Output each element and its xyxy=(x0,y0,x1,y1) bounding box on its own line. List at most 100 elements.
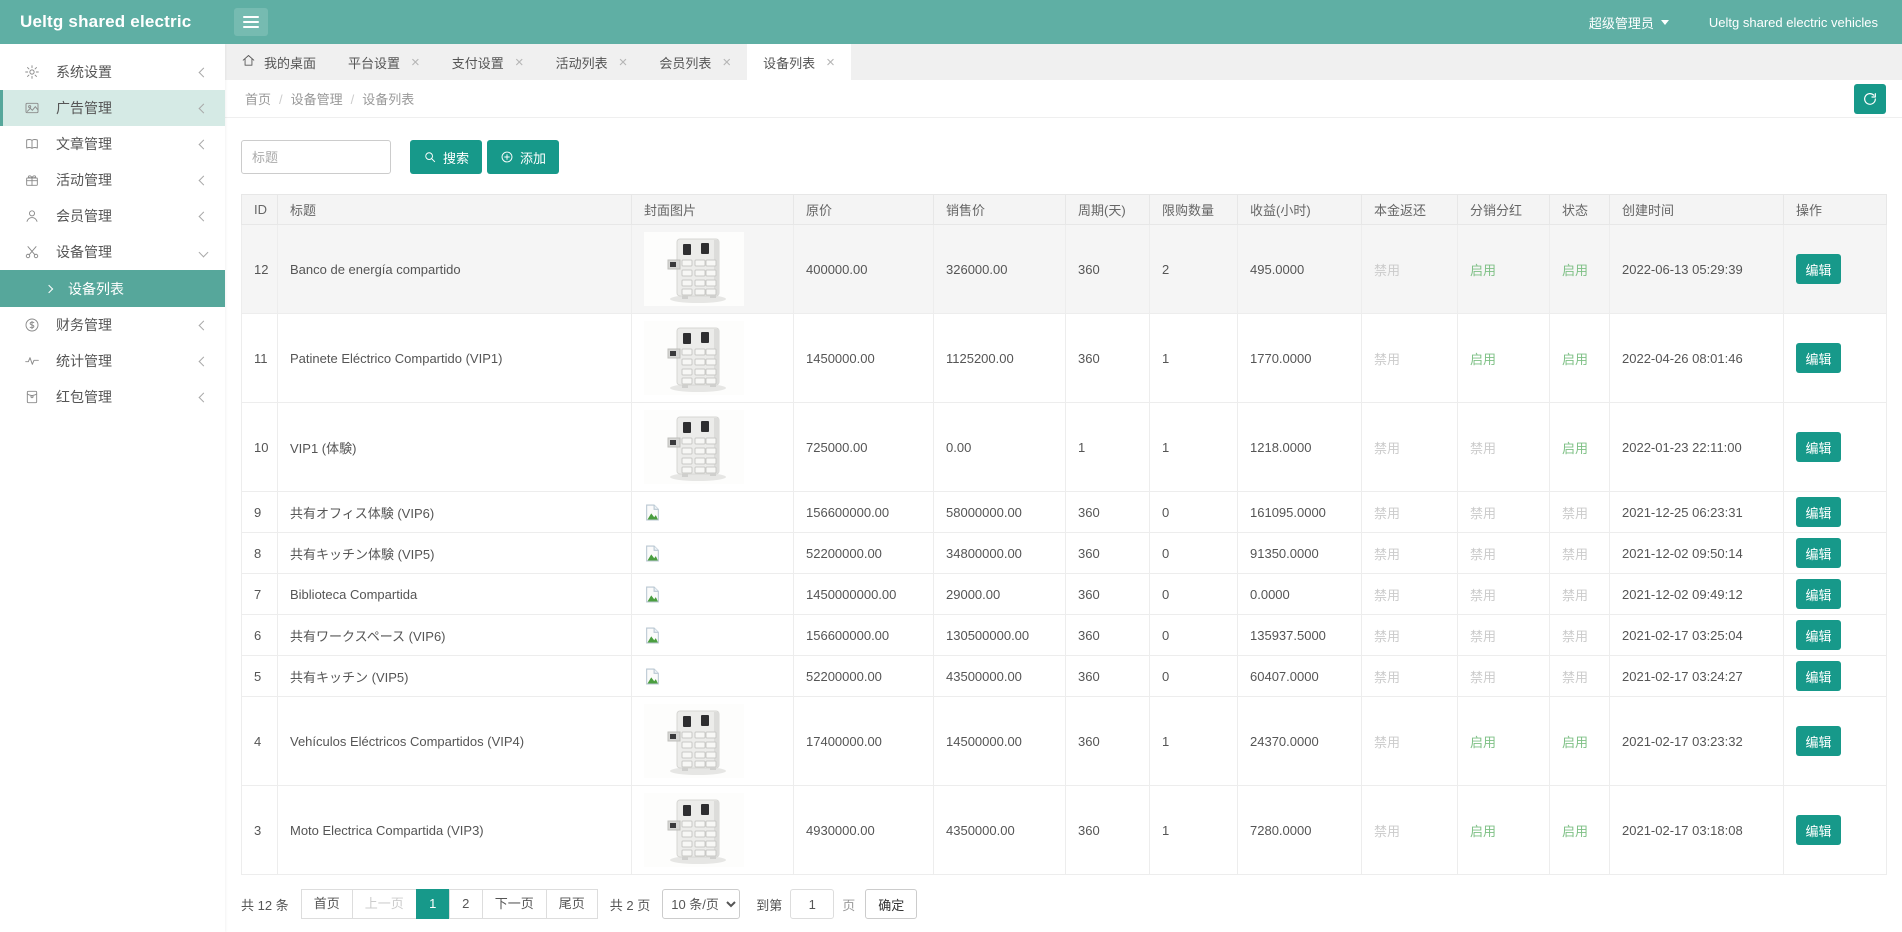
cell-action: 编辑 xyxy=(1784,492,1887,533)
page-next[interactable]: 下一页 xyxy=(482,889,547,919)
status-text: 启用 xyxy=(1562,263,1588,278)
sidebar-item-redpacket-management[interactable]: 红包管理 xyxy=(0,379,225,415)
page-1[interactable]: 1 xyxy=(416,889,450,919)
cell-status: 禁用 xyxy=(1550,615,1610,656)
table-row: 12Banco de energía compartido400000.0032… xyxy=(242,225,1887,314)
sidebar-toggle-button[interactable] xyxy=(234,8,268,36)
table-row: 5共有キッチン (VIP5)52200000.0043500000.003600… xyxy=(242,656,1887,697)
cell-income: 495.0000 xyxy=(1238,225,1362,314)
status-text: 禁用 xyxy=(1470,506,1496,521)
sidebar-item-label: 广告管理 xyxy=(56,98,200,118)
column-header-image: 封面图片 xyxy=(632,195,794,225)
sidebar-item-label: 财务管理 xyxy=(56,315,200,335)
sidebar-item-article-management[interactable]: 文章管理 xyxy=(0,126,225,162)
confirm-button[interactable]: 确定 xyxy=(865,889,917,919)
tab-bar: 我的桌面平台设置×支付设置×活动列表×会员列表×设备列表× xyxy=(225,44,1902,80)
sidebar-item-stats-management[interactable]: 统计管理 xyxy=(0,343,225,379)
close-icon[interactable]: × xyxy=(411,54,420,71)
edit-button[interactable]: 编辑 xyxy=(1796,343,1841,373)
toolbar: 搜索 添加 xyxy=(241,140,1886,174)
status-text: 禁用 xyxy=(1562,670,1588,685)
user-role-dropdown[interactable]: 超级管理员 xyxy=(1589,13,1669,32)
cell-id: 8 xyxy=(242,533,278,574)
column-header-title: 标题 xyxy=(278,195,632,225)
close-icon[interactable]: × xyxy=(722,54,731,71)
refresh-button[interactable] xyxy=(1854,84,1886,114)
edit-button[interactable]: 编辑 xyxy=(1796,497,1841,527)
cell-period: 1 xyxy=(1066,403,1150,492)
status-text: 启用 xyxy=(1470,735,1496,750)
cell-sale_price: 130500000.00 xyxy=(934,615,1066,656)
tab-my-desktop[interactable]: 我的桌面 xyxy=(225,44,332,80)
edit-button[interactable]: 编辑 xyxy=(1796,538,1841,568)
status-text: 启用 xyxy=(1562,352,1588,367)
tab-activity-list[interactable]: 活动列表× xyxy=(540,44,644,80)
cell-title: Biblioteca Compartida xyxy=(278,574,632,615)
close-icon[interactable]: × xyxy=(619,54,628,71)
table-row: 8共有キッチン体験 (VIP5)52200000.0034800000.0036… xyxy=(242,533,1887,574)
cell-status: 启用 xyxy=(1550,225,1610,314)
refresh-icon xyxy=(1862,91,1878,107)
column-header-id: ID xyxy=(242,195,278,225)
cell-title: Vehículos Eléctricos Compartidos (VIP4) xyxy=(278,697,632,786)
cell-income: 0.0000 xyxy=(1238,574,1362,615)
sidebar-item-device-management[interactable]: 设备管理 xyxy=(0,234,225,270)
cell-dividend: 启用 xyxy=(1458,786,1550,875)
cell-sale_price: 43500000.00 xyxy=(934,656,1066,697)
tab-platform-settings[interactable]: 平台设置× xyxy=(332,44,436,80)
status-text: 禁用 xyxy=(1374,352,1400,367)
cell-id: 11 xyxy=(242,314,278,403)
page-last[interactable]: 尾页 xyxy=(546,889,598,919)
tab-member-list[interactable]: 会员列表× xyxy=(643,44,747,80)
edit-button[interactable]: 编辑 xyxy=(1796,432,1841,462)
sidebar-item-label: 文章管理 xyxy=(56,134,200,154)
edit-button[interactable]: 编辑 xyxy=(1796,620,1841,650)
edit-button[interactable]: 编辑 xyxy=(1796,726,1841,756)
sidebar-item-member-management[interactable]: 会员管理 xyxy=(0,198,225,234)
stats-icon xyxy=(24,353,42,369)
edit-button[interactable]: 编辑 xyxy=(1796,254,1841,284)
tab-device-list[interactable]: 设备列表× xyxy=(747,44,851,80)
cell-action: 编辑 xyxy=(1784,697,1887,786)
cell-action: 编辑 xyxy=(1784,403,1887,492)
cell-title: Banco de energía compartido xyxy=(278,225,632,314)
table-row: 4Vehículos Eléctricos Compartidos (VIP4)… xyxy=(242,697,1887,786)
chevron-left-icon xyxy=(199,103,209,113)
cell-sale_price: 34800000.00 xyxy=(934,533,1066,574)
device-table: ID标题封面图片原价销售价周期(天)限购数量收益(小时)本金返还分销分红状态创建… xyxy=(241,194,1887,875)
edit-button[interactable]: 编辑 xyxy=(1796,661,1841,691)
close-icon[interactable]: × xyxy=(826,54,835,71)
sidebar-item-activity-management[interactable]: 活动管理 xyxy=(0,162,225,198)
sidebar-subitem-device-list[interactable]: 设备列表 xyxy=(0,270,225,307)
page-2[interactable]: 2 xyxy=(449,889,483,919)
chevron-left-icon xyxy=(199,175,209,185)
cell-dividend: 禁用 xyxy=(1458,574,1550,615)
edit-button[interactable]: 编辑 xyxy=(1796,815,1841,845)
add-button[interactable]: 添加 xyxy=(487,140,559,174)
sidebar-item-ad-management[interactable]: 广告管理 xyxy=(0,90,225,126)
pagination: 共 12 条首页上一页12下一页尾页共 2 页10 条/页到第页确定 xyxy=(241,889,1886,919)
status-text: 禁用 xyxy=(1470,629,1496,644)
search-input[interactable] xyxy=(241,140,391,174)
cell-image xyxy=(632,786,794,875)
table-row: 9共有オフィス体験 (VIP6)156600000.0058000000.003… xyxy=(242,492,1887,533)
edit-button[interactable]: 编辑 xyxy=(1796,579,1841,609)
page-size-select[interactable]: 10 条/页 xyxy=(662,889,740,919)
breadcrumb-item[interactable]: 首页 xyxy=(245,92,271,107)
search-button[interactable]: 搜索 xyxy=(410,140,482,174)
sidebar-item-label: 活动管理 xyxy=(56,170,200,190)
cell-title: 共有オフィス体験 (VIP6) xyxy=(278,492,632,533)
cell-image xyxy=(632,314,794,403)
close-icon[interactable]: × xyxy=(515,54,524,71)
status-text: 禁用 xyxy=(1374,588,1400,603)
sidebar-item-finance-management[interactable]: 财务管理 xyxy=(0,307,225,343)
table-row: 7Biblioteca Compartida1450000000.0029000… xyxy=(242,574,1887,615)
cell-income: 91350.0000 xyxy=(1238,533,1362,574)
goto-page-input[interactable] xyxy=(790,889,834,919)
cell-income: 135937.5000 xyxy=(1238,615,1362,656)
page-first[interactable]: 首页 xyxy=(301,889,353,919)
cell-period: 360 xyxy=(1066,533,1150,574)
breadcrumb-item[interactable]: 设备管理 xyxy=(291,92,343,107)
tab-payment-settings[interactable]: 支付设置× xyxy=(436,44,540,80)
sidebar-item-system-settings[interactable]: 系统设置 xyxy=(0,54,225,90)
